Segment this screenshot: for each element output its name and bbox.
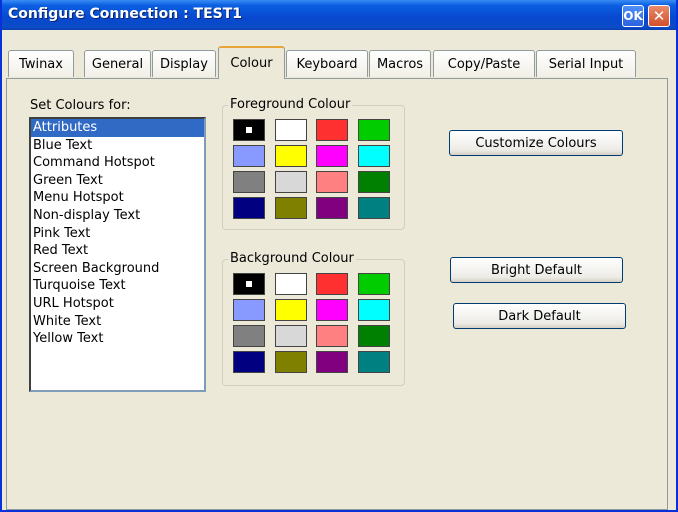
set-colours-label: Set Colours for: — [30, 98, 131, 113]
list-item[interactable]: Yellow Text — [31, 330, 204, 348]
background-colour-swatch[interactable] — [274, 273, 307, 295]
foreground-colour-swatch[interactable] — [316, 197, 348, 219]
tab-serial-input[interactable]: Serial Input — [536, 50, 636, 77]
tab-display[interactable]: Display — [152, 50, 216, 77]
background-colour-swatch[interactable] — [233, 299, 265, 321]
list-item[interactable]: Green Text — [31, 172, 204, 190]
tab-macros[interactable]: Macros — [369, 50, 431, 77]
background-colour-swatch[interactable] — [233, 273, 265, 295]
background-colour-swatch[interactable] — [274, 299, 307, 321]
colour-target-list[interactable]: Attributes Blue Text Command Hotspot Gre… — [29, 117, 206, 392]
list-item[interactable]: Red Text — [31, 242, 204, 260]
customize-colours-button[interactable]: Customize Colours — [449, 130, 623, 156]
list-item[interactable]: URL Hotspot — [31, 295, 204, 313]
background-colour-swatch[interactable] — [316, 299, 348, 321]
foreground-colour-swatch[interactable] — [357, 171, 390, 193]
foreground-colour-group: Foreground Colour — [222, 97, 405, 230]
background-colour-swatch[interactable] — [233, 351, 265, 373]
foreground-colour-swatch[interactable] — [274, 171, 307, 193]
foreground-colour-swatch[interactable] — [357, 145, 390, 167]
list-item[interactable]: Blue Text — [31, 137, 204, 155]
foreground-colour-swatch[interactable] — [233, 145, 265, 167]
background-colour-swatch[interactable] — [233, 325, 265, 347]
tab-colour[interactable]: Colour — [218, 46, 285, 79]
background-colour-swatch[interactable] — [357, 325, 390, 347]
list-item[interactable]: Attributes — [31, 119, 204, 137]
foreground-colour-swatch[interactable] — [316, 171, 348, 193]
background-colour-group: Background Colour — [222, 251, 405, 386]
background-colour-swatch[interactable] — [274, 325, 307, 347]
list-item[interactable]: White Text — [31, 313, 204, 331]
close-icon: ✕ — [652, 7, 666, 25]
list-item[interactable]: Pink Text — [31, 225, 204, 243]
foreground-colour-swatch[interactable] — [274, 145, 307, 167]
dark-default-button[interactable]: Dark Default — [453, 303, 626, 329]
background-colour-swatch[interactable] — [316, 351, 348, 373]
foreground-colour-swatch[interactable] — [274, 119, 307, 141]
selected-marker-icon — [246, 127, 252, 133]
tab-twinax[interactable]: Twinax — [8, 50, 74, 77]
window-title: Configure Connection : TEST1 — [8, 6, 243, 22]
selected-marker-icon — [246, 281, 252, 287]
ok-button[interactable]: OK — [622, 5, 644, 27]
list-item[interactable]: Menu Hotspot — [31, 189, 204, 207]
tab-keyboard[interactable]: Keyboard — [286, 50, 368, 77]
background-colour-swatch[interactable] — [357, 299, 390, 321]
configure-connection-window: Configure Connection : TEST1 OK ✕ Twinax… — [0, 0, 678, 512]
list-item[interactable]: Non-display Text — [31, 207, 204, 225]
foreground-colour-swatch[interactable] — [233, 197, 265, 219]
title-bar: Configure Connection : TEST1 OK ✕ — [2, 0, 676, 30]
tab-general[interactable]: General — [84, 50, 151, 77]
foreground-colour-swatch[interactable] — [274, 197, 307, 219]
list-item[interactable]: Command Hotspot — [31, 154, 204, 172]
background-colour-title: Background Colour — [228, 251, 356, 266]
foreground-colour-swatch[interactable] — [233, 119, 265, 141]
list-item[interactable]: Screen Background — [31, 260, 204, 278]
tab-copy-paste[interactable]: Copy/Paste — [433, 50, 535, 77]
background-colour-swatch[interactable] — [357, 351, 390, 373]
list-item[interactable]: Turquoise Text — [31, 277, 204, 295]
foreground-colour-title: Foreground Colour — [228, 97, 353, 112]
bright-default-button[interactable]: Bright Default — [450, 257, 623, 283]
foreground-colour-swatch[interactable] — [316, 119, 348, 141]
background-colour-swatch[interactable] — [316, 325, 348, 347]
background-colour-swatch[interactable] — [357, 273, 390, 295]
background-colour-swatch[interactable] — [316, 273, 348, 295]
close-button[interactable]: ✕ — [648, 5, 670, 27]
foreground-colour-swatch[interactable] — [357, 197, 390, 219]
foreground-colour-swatch[interactable] — [316, 145, 348, 167]
foreground-colour-swatch[interactable] — [233, 171, 265, 193]
foreground-colour-swatch[interactable] — [357, 119, 390, 141]
background-colour-swatch[interactable] — [274, 351, 307, 373]
